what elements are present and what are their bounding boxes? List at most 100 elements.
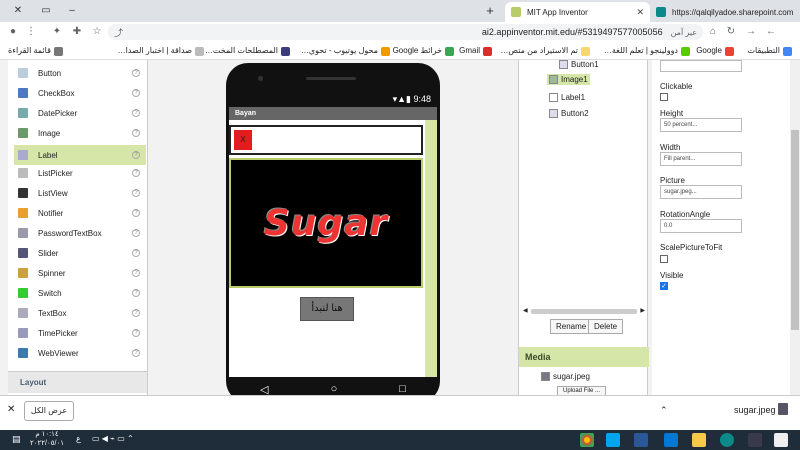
help-icon[interactable]: ?	[132, 289, 140, 297]
help-icon[interactable]: ?	[132, 209, 140, 217]
delete-button[interactable]: Delete	[588, 319, 624, 334]
help-icon[interactable]: ?	[132, 309, 140, 317]
bookmark-terms[interactable]: المصطلحات المخت…	[205, 45, 290, 57]
help-icon[interactable]: ?	[132, 169, 140, 177]
textbox-arrangement[interactable]: X	[229, 125, 423, 155]
bookmark-duolingo[interactable]: دوولينجو | تعلم اللغة…	[604, 45, 690, 57]
palette-item-switch[interactable]: Switch?	[14, 283, 146, 303]
bookmark-apps[interactable]: التطبيقات	[748, 45, 792, 57]
tree-item-button1[interactable]: Button1	[559, 60, 599, 69]
scroll-track[interactable]	[531, 309, 637, 314]
palette-item-listpicker[interactable]: ListPicker?	[14, 163, 146, 183]
palette-item-datepicker[interactable]: DatePicker?	[14, 103, 146, 123]
scroll-left-icon[interactable]: ◀	[523, 307, 528, 314]
security-label[interactable]: عير آمن	[671, 28, 697, 37]
rotation-input[interactable]: 0.0	[660, 219, 742, 233]
bookmark-friendship[interactable]: صداقة | اختبار الصدا…	[118, 45, 204, 57]
chrome-icon[interactable]	[580, 433, 594, 447]
download-menu-icon[interactable]: ⌃	[660, 405, 668, 416]
palette-item-button[interactable]: Button?	[14, 63, 146, 83]
help-icon[interactable]: ?	[132, 349, 140, 357]
help-icon[interactable]: ?	[132, 229, 140, 237]
width-input[interactable]: Fill parent...	[660, 152, 742, 166]
back-icon[interactable]: ←	[764, 25, 778, 39]
palette-item-timepicker[interactable]: TimePicker?	[14, 323, 146, 343]
window-minimize-button[interactable]: –	[64, 3, 80, 19]
prop-previous-input[interactable]	[660, 60, 742, 72]
help-icon[interactable]: ?	[132, 249, 140, 257]
palette-item-spinner[interactable]: Spinner?	[14, 263, 146, 283]
language-indicator[interactable]: ع	[76, 434, 81, 443]
avatar[interactable]: ●	[6, 25, 20, 39]
share-icon[interactable]: ⤴	[114, 26, 123, 39]
media-file-item[interactable]: sugar.jpeg	[541, 372, 590, 381]
visible-checkbox[interactable]: ✓	[660, 282, 668, 290]
store-icon[interactable]	[664, 433, 678, 447]
palette-item-textbox[interactable]: TextBox?	[14, 303, 146, 323]
bookmark-gmail[interactable]: Gmail	[459, 45, 492, 57]
clickable-checkbox[interactable]	[660, 93, 668, 101]
help-icon[interactable]: ?	[132, 129, 140, 137]
help-icon[interactable]: ?	[132, 189, 140, 197]
help-icon[interactable]: ?	[132, 69, 140, 77]
window-close-button[interactable]: ✕	[10, 3, 26, 19]
notification-icon[interactable]: ▤	[12, 434, 21, 445]
edge-icon[interactable]	[720, 433, 734, 447]
clear-button[interactable]: X	[234, 130, 252, 150]
help-icon[interactable]: ?	[132, 151, 140, 159]
help-icon[interactable]: ?	[132, 109, 140, 117]
upload-file-button[interactable]: Upload File ...	[557, 386, 607, 395]
reload-icon[interactable]: ↻	[724, 25, 738, 39]
show-all-button[interactable]: عرض الكل	[24, 401, 74, 421]
menu-icon[interactable]: ⋮	[24, 25, 38, 39]
tab-sharepoint[interactable]: https://qalqilyadoe.sharepoint.com	[650, 2, 800, 22]
extensions-icon[interactable]: ✦	[50, 25, 64, 39]
bookmark-youtube-converter[interactable]: محول يوتيوب - تحوي…	[301, 45, 390, 57]
palette-item-label[interactable]: Label?	[14, 145, 146, 165]
image1-component[interactable]: Sugar	[229, 158, 423, 288]
tree-horizontal-scrollbar[interactable]: ◀ ▶	[523, 307, 645, 315]
skype-icon[interactable]	[606, 433, 620, 447]
new-tab-button[interactable]: +	[482, 3, 498, 19]
close-downloads-icon[interactable]: ✕	[7, 404, 15, 415]
system-tray-icons[interactable]: ▭ ◀ ⌁ ▭ ⌃	[92, 434, 134, 443]
clock[interactable]: ١٠:١٤ م ٢٠٢٢/٠٥/٠١	[30, 430, 64, 448]
bookmark-star-icon[interactable]: ☆	[90, 25, 104, 39]
scroll-right-icon[interactable]: ▶	[640, 307, 645, 314]
file-explorer-icon[interactable]	[692, 433, 706, 447]
palette-item-listview[interactable]: ListView?	[14, 183, 146, 203]
download-file-name[interactable]: sugar.jpeg	[734, 405, 776, 415]
bookmark-maps[interactable]: خرائط Google	[393, 45, 454, 57]
close-tab-icon[interactable]: ✕	[630, 7, 644, 18]
tree-item-label1[interactable]: Label1	[549, 93, 585, 102]
forward-icon[interactable]: →	[744, 25, 758, 39]
task-view-icon[interactable]	[748, 433, 762, 447]
reading-list[interactable]: قائمة القراءة	[8, 45, 63, 57]
palette-item-webviewer[interactable]: WebViewer?	[14, 343, 146, 363]
picture-input[interactable]: sugar.jpeg...	[660, 185, 742, 199]
bookmark-imported[interactable]: تم الاستيراد من متص…	[500, 45, 590, 57]
windows-start-icon[interactable]	[774, 433, 788, 447]
start-button[interactable]: هنا لنبدأ	[300, 297, 354, 321]
home-icon[interactable]: ⌂	[706, 25, 720, 39]
rename-button[interactable]: Rename	[550, 319, 593, 334]
camera-app-icon[interactable]	[634, 433, 648, 447]
tree-item-image1[interactable]: Image1	[547, 74, 590, 85]
help-icon[interactable]: ?	[132, 89, 140, 97]
tab-app-inventor[interactable]: MIT App Inventor ✕	[505, 2, 650, 22]
url-input[interactable]: ⤴ ai2.appinventor.mit.edu/#5319497577005…	[108, 24, 703, 40]
puzzle-icon[interactable]: ✚	[70, 25, 84, 39]
tree-item-button2[interactable]: Button2	[549, 109, 589, 118]
window-maximize-button[interactable]: ▭	[38, 3, 54, 19]
help-icon[interactable]: ?	[132, 269, 140, 277]
palette-item-passwordtextbox[interactable]: PasswordTextBox?	[14, 223, 146, 243]
height-input[interactable]: 50 percent...	[660, 118, 742, 132]
palette-item-image[interactable]: Image?	[14, 123, 146, 143]
palette-item-slider[interactable]: Slider?	[14, 243, 146, 263]
palette-item-notifier[interactable]: Notifier?	[14, 203, 146, 223]
help-icon[interactable]: ?	[132, 329, 140, 337]
scroll-thumb[interactable]	[791, 130, 799, 330]
palette-item-checkbox[interactable]: CheckBox?	[14, 83, 146, 103]
page-vertical-scrollbar[interactable]	[790, 60, 800, 395]
bookmark-google[interactable]: Google	[696, 45, 734, 57]
